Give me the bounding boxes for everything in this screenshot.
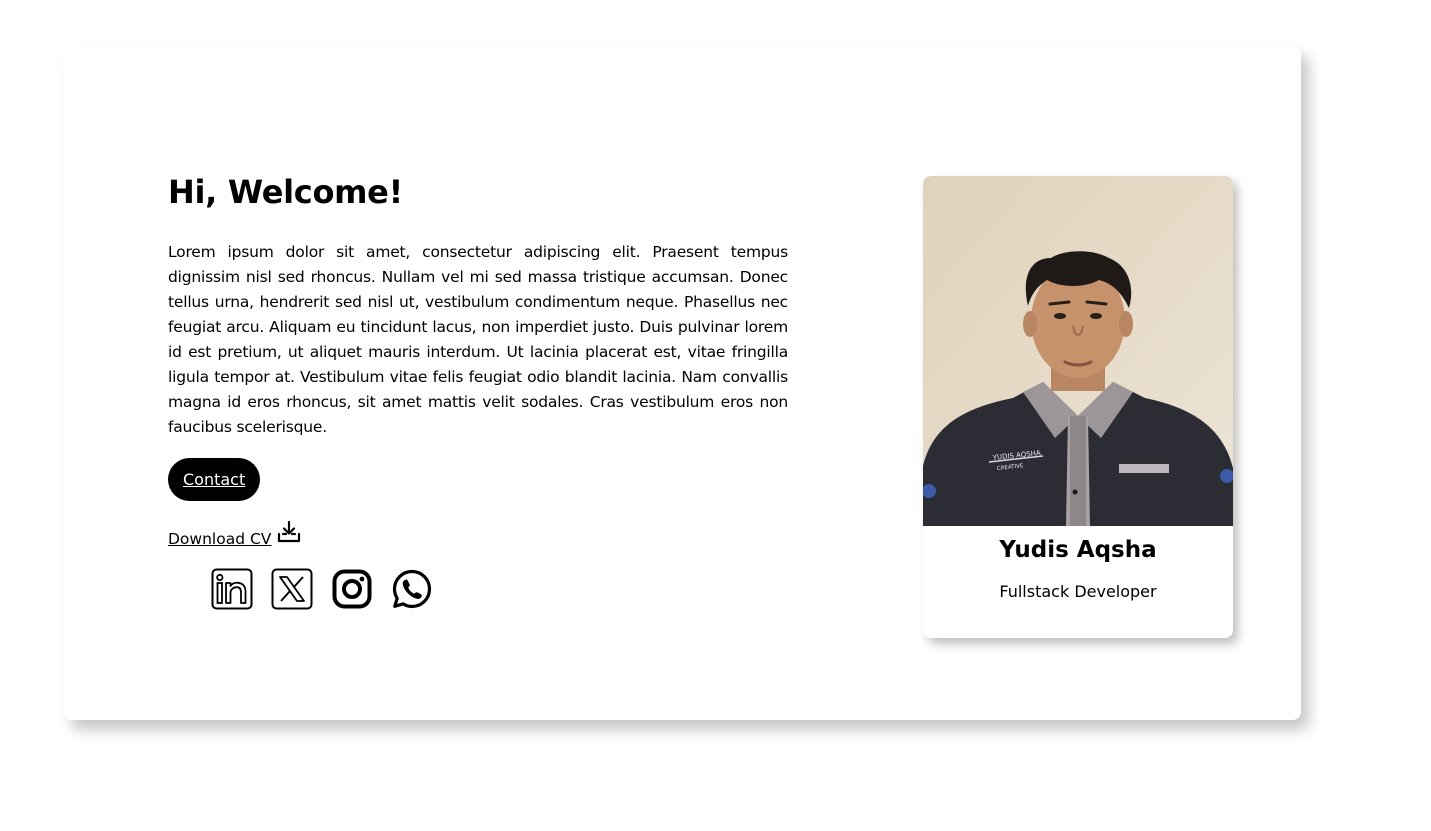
hero-card: Hi, Welcome! Lorem ipsum dolor sit amet,… xyxy=(63,45,1301,720)
profile-role: Fullstack Developer xyxy=(999,582,1157,601)
profile-card: YUDIS AQSHA CREATIVE Yudis Aqsha Fullsta… xyxy=(923,176,1233,638)
profile-name: Yudis Aqsha xyxy=(999,537,1157,563)
social-links xyxy=(211,568,788,610)
contact-button[interactable]: Contact xyxy=(168,458,261,501)
download-cv-label: Download CV xyxy=(168,530,272,548)
linkedin-icon[interactable] xyxy=(211,568,253,610)
bio-paragraph: Lorem ipsum dolor sit amet, consectetur … xyxy=(168,243,788,436)
x-twitter-icon[interactable] xyxy=(271,568,313,610)
profile-photo: YUDIS AQSHA CREATIVE xyxy=(923,176,1233,526)
instagram-icon[interactable] xyxy=(331,568,373,610)
download-icon xyxy=(278,520,301,543)
whatsapp-icon[interactable] xyxy=(391,568,433,610)
intro-section: Hi, Welcome! Lorem ipsum dolor sit amet,… xyxy=(168,170,788,610)
download-cv-link[interactable]: Download CV xyxy=(168,520,301,548)
page-title: Hi, Welcome! xyxy=(168,173,403,211)
